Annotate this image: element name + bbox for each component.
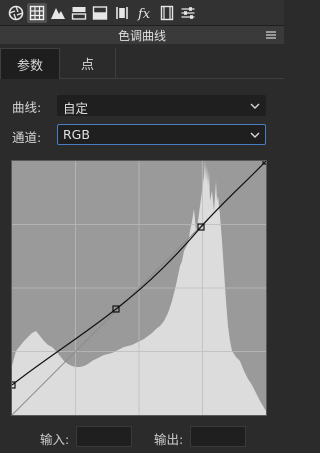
detail-icon[interactable] [90, 3, 110, 23]
film-icon[interactable] [157, 3, 177, 23]
chevron-down-icon [250, 103, 260, 109]
panel-title: 色调曲线 [117, 29, 166, 43]
channel-select[interactable]: RGB [57, 124, 266, 145]
input-field[interactable] [76, 426, 132, 447]
input-label: 输入: [40, 432, 70, 447]
channel-select-value: RGB [63, 127, 90, 142]
mountains-icon[interactable] [48, 3, 68, 23]
curve-select-value: 自定 [63, 101, 89, 116]
tab-point[interactable]: 点 [60, 48, 116, 79]
tone-curve-graph[interactable] [11, 160, 267, 416]
tab-bar: 参数 点 [0, 48, 284, 79]
sliders-icon[interactable] [178, 3, 198, 23]
aperture-icon[interactable] [6, 3, 26, 23]
panel-menu-icon[interactable] [266, 31, 276, 39]
output-label: 输出: [154, 432, 184, 447]
fx-icon[interactable]: fx [135, 3, 155, 23]
lens-icon[interactable] [112, 3, 132, 23]
svg-text:fx: fx [137, 7, 151, 21]
chevron-down-icon [250, 132, 260, 138]
tool-strip: fx [0, 0, 284, 26]
output-field[interactable] [190, 426, 246, 447]
grid-icon[interactable] [27, 3, 47, 23]
tab-params[interactable]: 参数 [0, 48, 60, 79]
curve-select[interactable]: 自定 [57, 95, 266, 116]
channel-label: 通道: [12, 130, 42, 145]
curve-label: 曲线: [12, 100, 42, 115]
panel-header: 色调曲线 [0, 26, 284, 44]
split-toning-icon[interactable] [69, 3, 89, 23]
